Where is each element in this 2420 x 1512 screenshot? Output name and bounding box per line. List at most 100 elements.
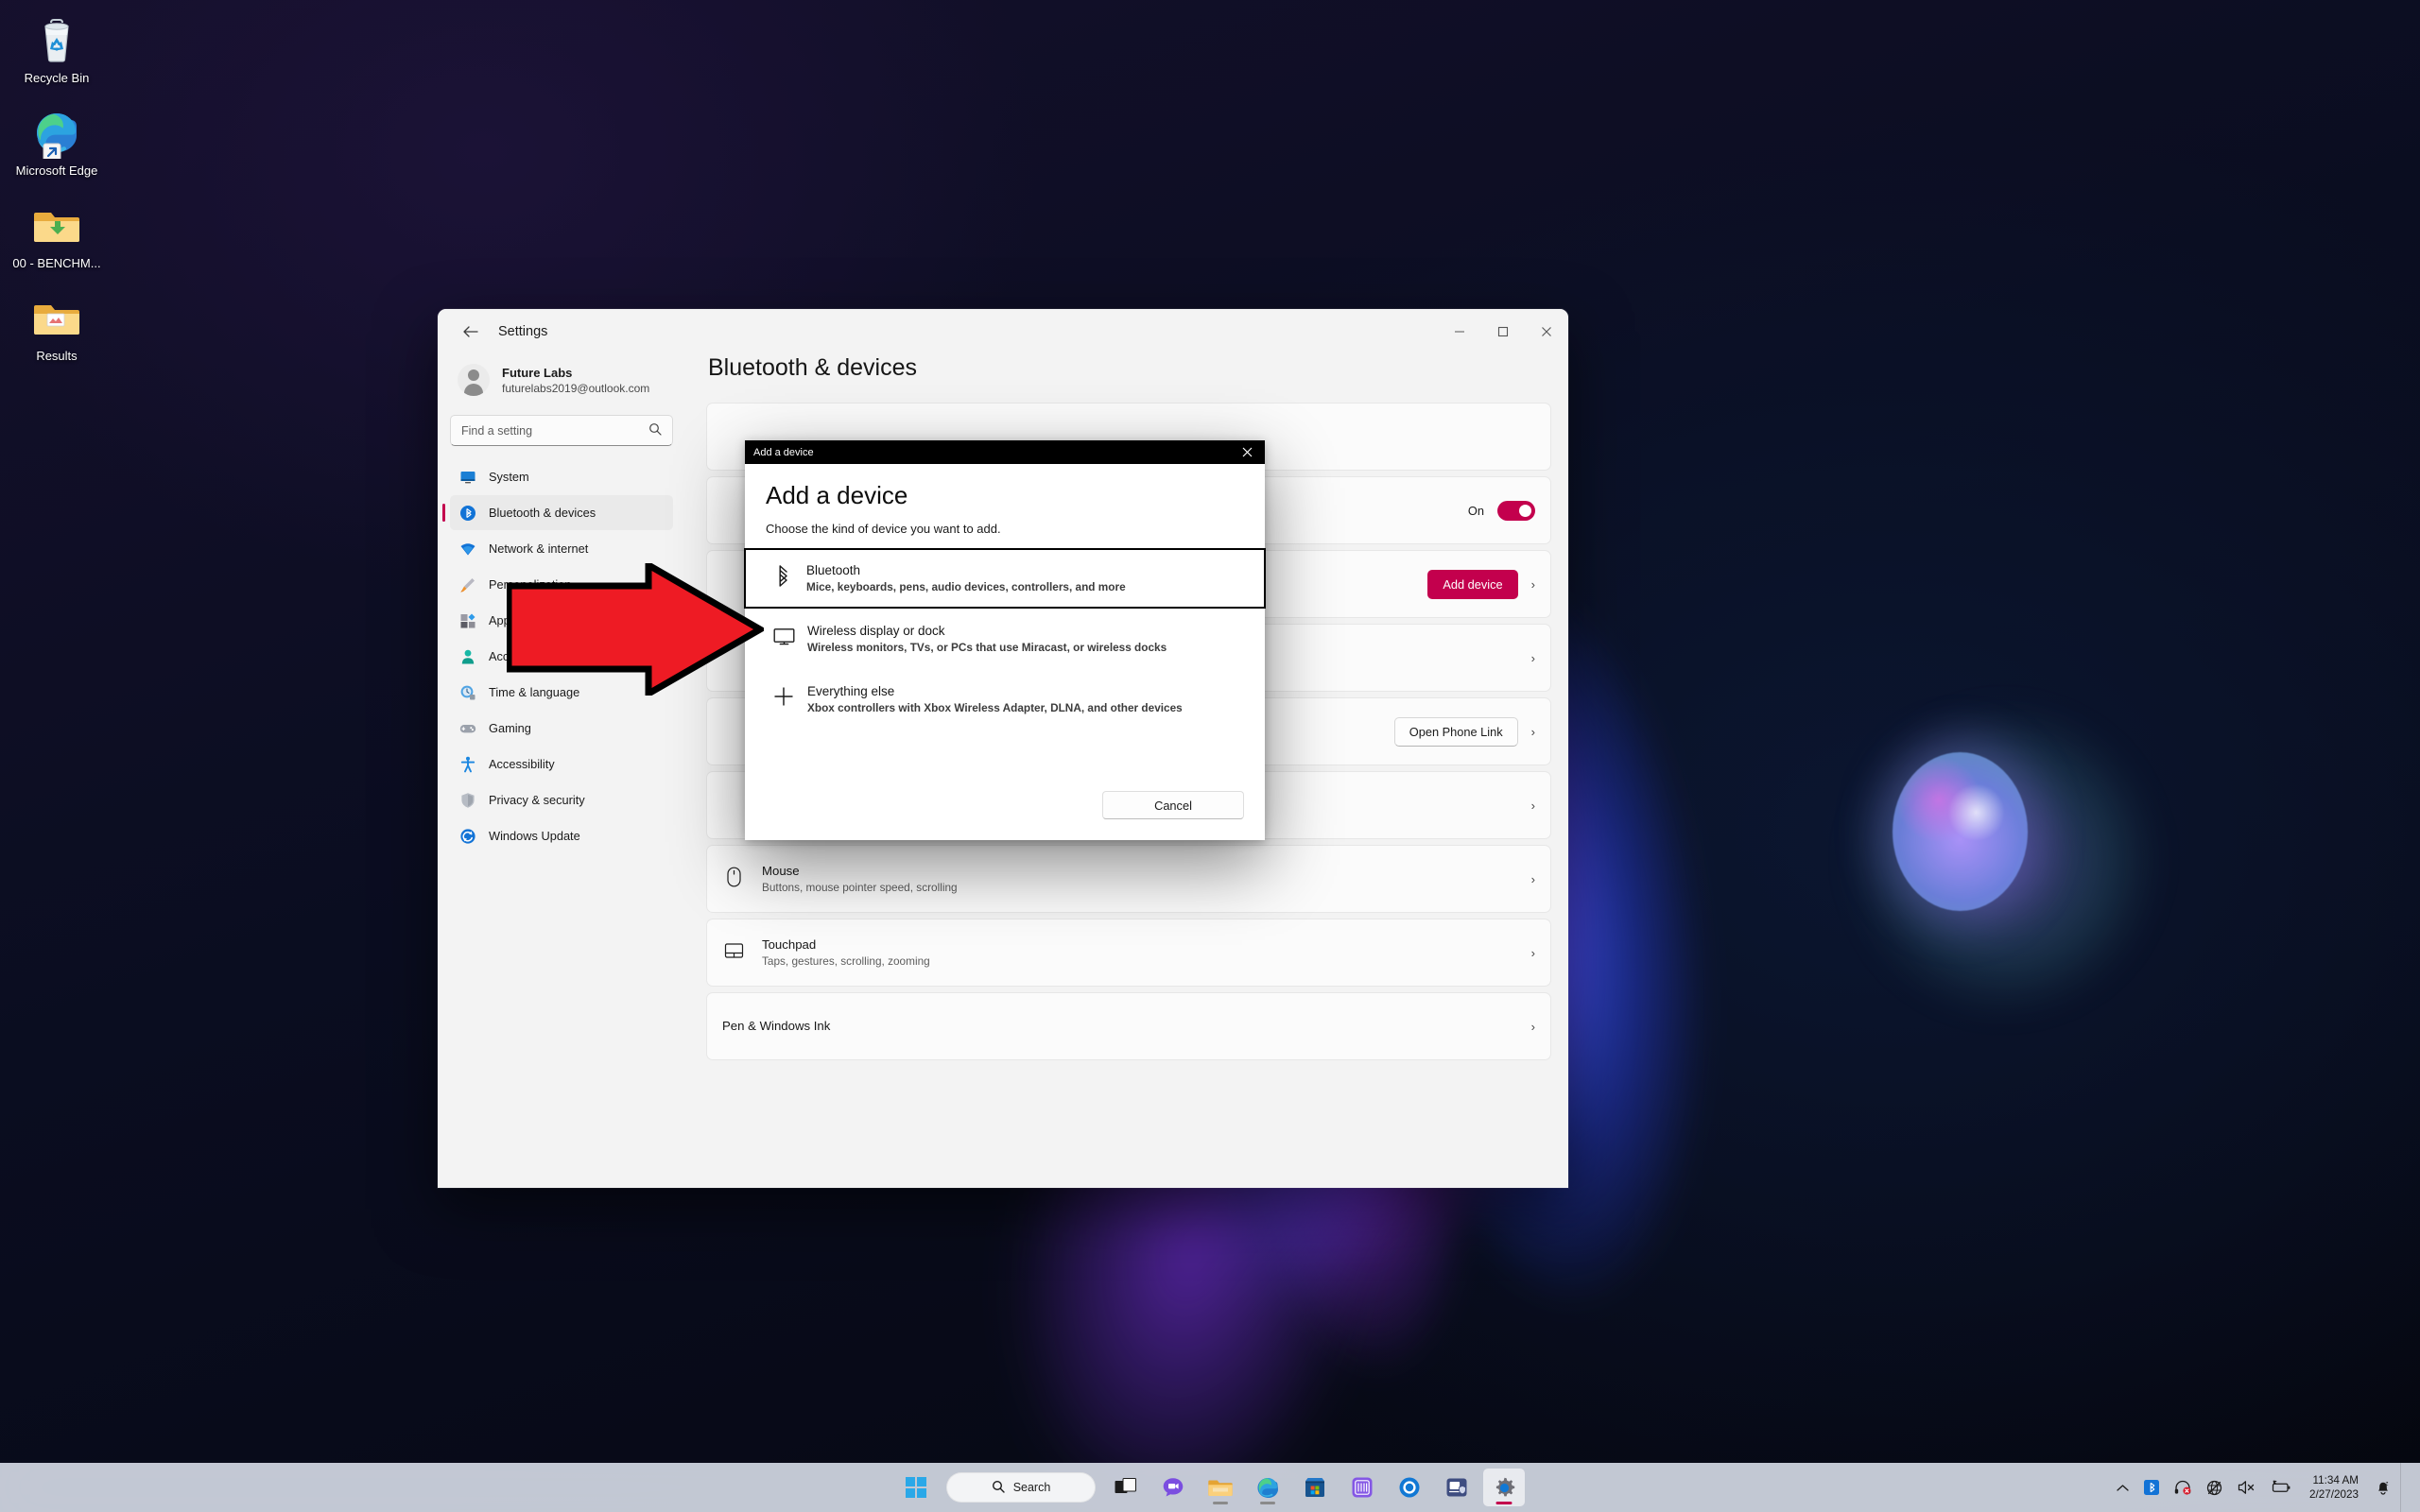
microsoft-store-button[interactable]	[1294, 1469, 1336, 1506]
task-view-button[interactable]	[1105, 1469, 1147, 1506]
microsoft-edge-icon	[1257, 1477, 1278, 1498]
speaker-muted-icon	[2238, 1481, 2255, 1494]
sidebar-item-personalization[interactable]: Personalization	[450, 567, 673, 602]
app-navy-button[interactable]	[1436, 1469, 1478, 1506]
tray-expand-button[interactable]	[2110, 1469, 2135, 1505]
chevron-right-icon: ›	[1530, 1019, 1535, 1034]
open-phone-link-button[interactable]: Open Phone Link	[1393, 716, 1518, 747]
taskbar[interactable]: Search 11:34 AM 2/27/2023 z	[0, 1463, 2420, 1512]
desktop[interactable]: Recycle Bin Microsoft Edge 00 - BENCHM..…	[0, 0, 2420, 1512]
desktop-icon-recycle-bin[interactable]: Recycle Bin	[0, 13, 113, 85]
bluetooth-icon	[459, 505, 476, 522]
desktop-icon-list: Recycle Bin Microsoft Edge 00 - BENCHM..…	[0, 9, 113, 384]
accessibility-icon	[459, 756, 476, 773]
sidebar-item-label: Privacy & security	[489, 793, 585, 807]
back-arrow-icon	[462, 326, 478, 337]
tray-network-button[interactable]	[2200, 1469, 2229, 1505]
network-icon	[459, 541, 476, 558]
folder-icon	[30, 198, 83, 251]
sidebar-item-label: Gaming	[489, 721, 531, 735]
sidebar-item-label: Personalization	[489, 577, 572, 592]
search-input[interactable]	[461, 423, 648, 438]
globe-no-internet-icon	[2206, 1480, 2222, 1495]
sidebar-item-gaming[interactable]: Gaming	[450, 711, 673, 746]
personalization-icon	[459, 576, 476, 593]
device-option-bluetooth[interactable]: Bluetooth Mice, keyboards, pens, audio d…	[744, 548, 1266, 609]
settings-sidebar: Future Labs futurelabs2019@outlook.com F…	[438, 354, 685, 1188]
clock-date: 2/27/2023	[2309, 1488, 2359, 1501]
show-desktop-button[interactable]	[2400, 1463, 2409, 1512]
sidebar-item-accessibility[interactable]: Accessibility	[450, 747, 673, 782]
taskbar-search-button[interactable]: Search	[946, 1472, 1096, 1503]
touchpad-icon	[722, 942, 745, 964]
microsoft-edge-button[interactable]	[1247, 1469, 1288, 1506]
tray-bluetooth-button[interactable]	[2137, 1469, 2166, 1505]
microsoft-edge-icon	[30, 106, 83, 162]
privacy-security-icon	[459, 792, 476, 809]
add-device-button[interactable]: Add device	[1427, 569, 1518, 599]
sidebar-item-privacy-security[interactable]: Privacy & security	[450, 782, 673, 817]
settings-button[interactable]	[1483, 1469, 1525, 1506]
start-button[interactable]	[895, 1469, 937, 1506]
tray-notifications-button[interactable]: z	[2368, 1469, 2398, 1505]
settings-titlebar: Settings	[438, 309, 1568, 354]
microsoft-store-icon	[1305, 1478, 1324, 1497]
back-button[interactable]	[451, 317, 489, 347]
settings-card-pen-windows-ink[interactable]: Pen & Windows Ink ›	[706, 992, 1551, 1060]
sidebar-item-label: System	[489, 470, 529, 484]
desktop-icon-label: 00 - BENCHM...	[12, 256, 101, 270]
folder-icon	[30, 291, 83, 344]
windows-update-icon	[459, 828, 476, 845]
close-button[interactable]	[1525, 309, 1568, 354]
chat-button[interactable]	[1152, 1469, 1194, 1506]
maximize-button[interactable]	[1481, 309, 1525, 354]
plus-icon	[768, 685, 800, 713]
sidebar-item-system[interactable]: System	[450, 459, 673, 494]
clock-time: 11:34 AM	[2312, 1474, 2359, 1486]
card-subtitle: Buttons, mouse pointer speed, scrolling	[762, 881, 958, 894]
tray-audio-device-button[interactable]	[2168, 1469, 2198, 1505]
desktop-icon-results-folder[interactable]: Results	[0, 291, 113, 363]
app-purple-button[interactable]	[1341, 1469, 1383, 1506]
desktop-icon-microsoft-edge[interactable]: Microsoft Edge	[0, 106, 113, 178]
desktop-icon-label: Microsoft Edge	[15, 163, 98, 178]
bluetooth-toggle[interactable]	[1497, 500, 1535, 521]
tray-volume-button[interactable]	[2231, 1469, 2262, 1505]
settings-card-mouse[interactable]: Mouse Buttons, mouse pointer speed, scro…	[706, 845, 1551, 913]
find-a-setting-box[interactable]	[450, 415, 673, 446]
chevron-right-icon: ›	[1530, 871, 1535, 886]
add-a-device-dialog[interactable]: Add a device Add a device Choose the kin…	[744, 440, 1266, 840]
tray-battery-button[interactable]	[2264, 1469, 2298, 1505]
close-icon	[1542, 327, 1551, 336]
battery-icon	[2272, 1480, 2290, 1492]
desktop-icon-label: Results	[36, 349, 78, 363]
maximize-icon	[1497, 326, 1509, 337]
search-icon	[648, 422, 662, 438]
sidebar-item-network-internet[interactable]: Network & internet	[450, 531, 673, 566]
device-option-wireless-display-or-dock[interactable]: Wireless display or dock Wireless monito…	[745, 609, 1265, 669]
system-icon	[459, 469, 476, 486]
sidebar-item-bluetooth-devices[interactable]: Bluetooth & devices	[442, 495, 673, 530]
sidebar-item-time-language[interactable]: Time & language	[450, 675, 673, 710]
minimize-button[interactable]	[1438, 309, 1481, 354]
dialog-body: Add a device Choose the kind of device y…	[744, 464, 1266, 840]
account-tile[interactable]: Future Labs futurelabs2019@outlook.com	[450, 354, 673, 411]
taskbar-clock[interactable]: 11:34 AM 2/27/2023	[2300, 1473, 2366, 1502]
desktop-icon-benchmark-folder[interactable]: 00 - BENCHM...	[0, 198, 113, 270]
windows-logo-icon	[906, 1477, 926, 1498]
sidebar-item-windows-update[interactable]: Windows Update	[450, 818, 673, 853]
cancel-button[interactable]: Cancel	[1102, 791, 1244, 819]
close-icon	[1242, 447, 1252, 457]
chevron-right-icon: ›	[1530, 798, 1535, 813]
apps-icon	[459, 612, 476, 629]
sidebar-item-apps[interactable]: Apps	[450, 603, 673, 638]
chevron-right-icon: ›	[1530, 576, 1535, 592]
sidebar-item-accounts[interactable]: Accounts	[450, 639, 673, 674]
device-option-everything-else[interactable]: Everything else Xbox controllers with Xb…	[745, 669, 1265, 730]
file-explorer-button[interactable]	[1200, 1469, 1241, 1506]
dialog-close-button[interactable]	[1229, 440, 1265, 464]
settings-card-touchpad[interactable]: Touchpad Taps, gestures, scrolling, zoom…	[706, 919, 1551, 987]
app-blue-circle-button[interactable]	[1389, 1469, 1430, 1506]
chevron-right-icon: ›	[1530, 945, 1535, 960]
search-icon	[992, 1480, 1005, 1496]
